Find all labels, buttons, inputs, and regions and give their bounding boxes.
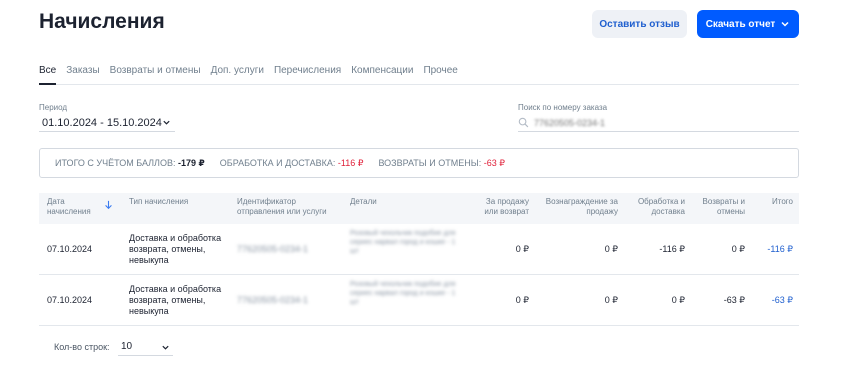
header-reward: Вознаграждение за продажу xyxy=(545,197,618,216)
rows-per-page-value: 10 xyxy=(121,341,133,352)
rows-per-page-label: Кол-во строк: xyxy=(54,342,110,352)
tab-returns[interactable]: Возвраты и отмены xyxy=(110,65,201,76)
cell-reward: 0 ₽ xyxy=(604,295,618,305)
header-id: Идентификатор отправления или услуги xyxy=(237,197,327,216)
cell-details: Розовый чехольчик подобие для сериес нар… xyxy=(350,281,456,306)
cell-returns: -63 ₽ xyxy=(723,295,745,305)
table-row[interactable]: 07.10.2024 Доставка и обработка возврата… xyxy=(39,275,799,326)
cell-date: 07.10.2024 xyxy=(47,295,93,305)
accruals-table: Дата начисления Тип начисления Идентифик… xyxy=(39,193,799,326)
header-returns: Возвраты и отмены xyxy=(702,197,745,216)
period-select[interactable]: 01.10.2024 - 15.10.2024 xyxy=(39,114,175,132)
cell-details: Розовый чехольчик подобие для сериес нар… xyxy=(350,230,456,255)
search-input[interactable] xyxy=(534,117,734,128)
summary-returns-value: -63 ₽ xyxy=(483,157,505,168)
cell-date: 07.10.2024 xyxy=(47,244,93,254)
tab-compensations[interactable]: Компенсации xyxy=(351,65,413,76)
download-report-button[interactable]: Скачать отчет xyxy=(697,10,799,38)
tab-orders[interactable]: Заказы xyxy=(66,65,99,76)
cell-sale: 0 ₽ xyxy=(515,244,529,254)
cell-processing: -116 ₽ xyxy=(659,244,685,254)
tab-active-indicator xyxy=(39,83,56,85)
summary-total: ИТОГО С УЧЁТОМ БАЛЛОВ: -179 ₽ xyxy=(55,158,205,169)
header-date[interactable]: Дата начисления xyxy=(47,197,102,217)
summary-processing-label: ОБРАБОТКА И ДОСТАВКА: xyxy=(219,157,336,168)
chevron-down-icon xyxy=(781,21,789,27)
leave-feedback-button[interactable]: Оставить отзыв xyxy=(592,10,687,38)
cell-returns: 0 ₽ xyxy=(731,244,745,254)
cell-type: Доставка и обработка возврата, отмены, н… xyxy=(129,284,222,316)
tabs-divider xyxy=(39,84,799,85)
cell-id: 77620505-0234-1 xyxy=(237,295,309,305)
period-label: Период xyxy=(39,103,68,112)
download-report-label: Скачать отчет xyxy=(705,18,776,30)
sort-arrow-down-icon[interactable] xyxy=(104,200,113,210)
cell-total-link[interactable]: -63 ₽ xyxy=(751,295,793,306)
period-value: 01.10.2024 - 15.10.2024 xyxy=(42,116,162,129)
summary-total-value: -179 ₽ xyxy=(178,157,205,168)
tab-extra-services[interactable]: Доп. услуги xyxy=(211,65,264,76)
order-search-field[interactable] xyxy=(518,114,799,132)
cell-type: Доставка и обработка возврата, отмены, н… xyxy=(129,233,222,265)
search-label: Поиск по номеру заказа xyxy=(518,103,608,112)
table-row[interactable]: 07.10.2024 Доставка и обработка возврата… xyxy=(39,224,799,275)
cell-total-link[interactable]: -116 ₽ xyxy=(751,244,793,255)
tabs-bar: Все Заказы Возвраты и отмены Доп. услуги… xyxy=(39,65,468,76)
summary-processing: ОБРАБОТКА И ДОСТАВКА: -116 ₽ xyxy=(220,158,364,169)
tab-other[interactable]: Прочее xyxy=(423,65,457,76)
header-processing: Обработка и доставка xyxy=(637,197,685,216)
tab-all[interactable]: Все xyxy=(39,65,56,76)
cell-reward: 0 ₽ xyxy=(604,244,618,254)
summary-bar: ИТОГО С УЧЁТОМ БАЛЛОВ: -179 ₽ ОБРАБОТКА … xyxy=(39,148,799,178)
header-sale: За продажу или возврат xyxy=(484,197,529,216)
chevron-down-icon xyxy=(163,120,170,125)
summary-total-label: ИТОГО С УЧЁТОМ БАЛЛОВ: xyxy=(55,157,176,168)
summary-returns-label: ВОЗВРАТЫ И ОТМЕНЫ: xyxy=(378,157,482,168)
summary-returns: ВОЗВРАТЫ И ОТМЕНЫ: -63 ₽ xyxy=(378,158,505,169)
cell-id: 77620505-0234-1 xyxy=(237,244,309,254)
chevron-down-icon xyxy=(162,345,169,350)
search-icon xyxy=(518,117,529,128)
header-details: Детали xyxy=(350,197,377,206)
rows-per-page-select[interactable]: 10 xyxy=(118,338,173,356)
summary-processing-value: -116 ₽ xyxy=(337,157,364,168)
cell-sale: 0 ₽ xyxy=(515,295,529,305)
tab-transfers[interactable]: Перечисления xyxy=(274,65,341,76)
header-total: Итого xyxy=(772,197,793,206)
header-type: Тип начисления xyxy=(129,197,189,206)
table-header: Дата начисления Тип начисления Идентифик… xyxy=(39,193,799,224)
cell-processing: 0 ₽ xyxy=(671,295,685,305)
page-title: Начисления xyxy=(39,10,165,33)
